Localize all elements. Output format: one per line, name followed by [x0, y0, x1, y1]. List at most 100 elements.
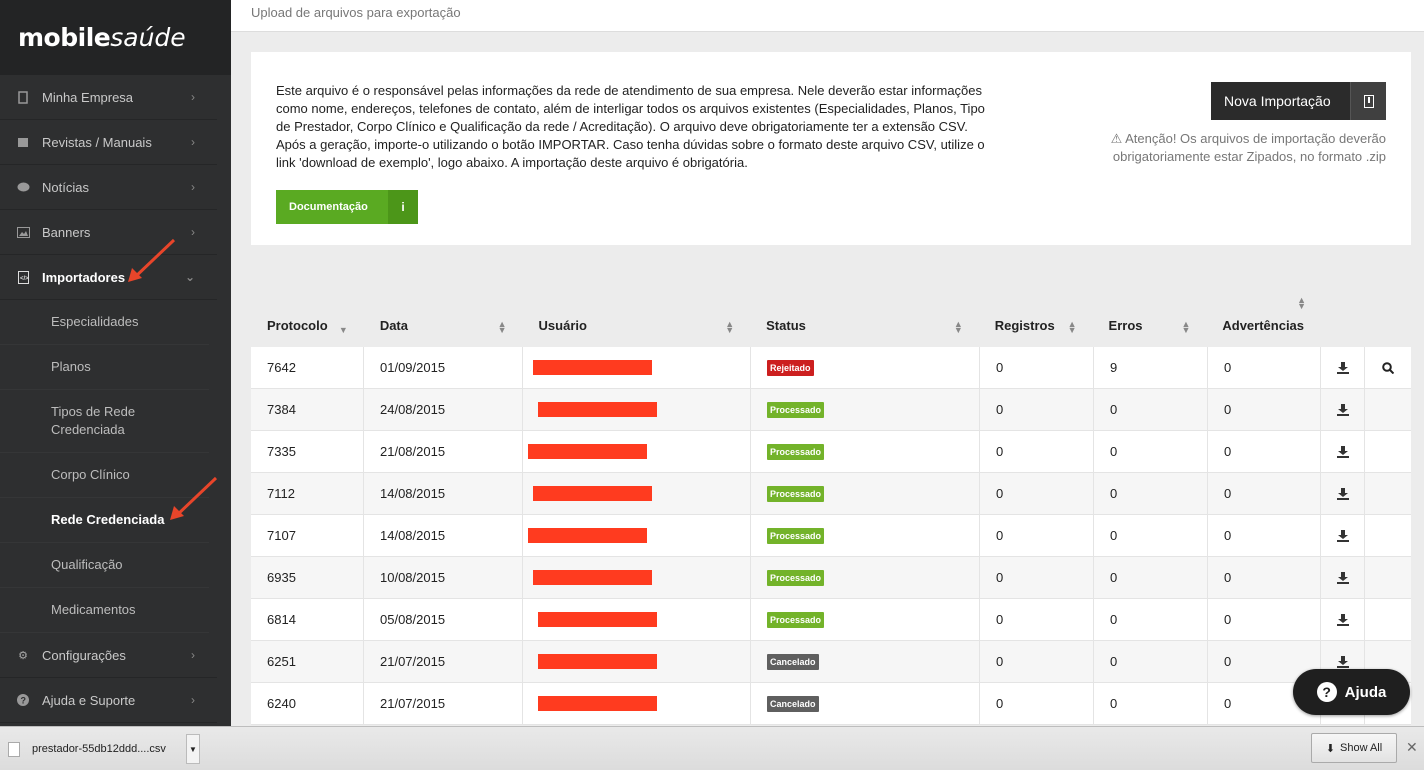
cell-status: Processado: [751, 599, 980, 640]
redaction-bar: [533, 486, 652, 501]
column-header-registros[interactable]: Registros ▲ ▼: [979, 297, 1093, 347]
file-code-icon: </>: [16, 270, 30, 284]
new-import-button[interactable]: Nova Importação: [1211, 82, 1386, 120]
sidebar-item-minha-empresa[interactable]: Minha Empresa ›: [0, 75, 217, 120]
column-header-advertencias[interactable]: Advertências ▲ ▼: [1206, 296, 1411, 347]
download-item[interactable]: prestador-55db12ddd....csv ▼: [2, 734, 200, 764]
cell-registros: 0: [980, 389, 1094, 430]
cell-status: Rejeitado: [751, 347, 980, 388]
cell-data: 14/08/2015: [364, 515, 523, 556]
sidebar-item-banners[interactable]: Banners ›: [0, 210, 217, 255]
cell-registros: 0: [980, 557, 1094, 598]
table-row: 6240 21/07/2015 Cancelado 0 0 0: [251, 683, 1411, 725]
status-badge: Rejeitado: [767, 359, 814, 376]
cell-registros: 0: [980, 641, 1094, 682]
cell-data: 10/08/2015: [364, 557, 523, 598]
redaction-bar: [528, 528, 647, 543]
column-label: Usuário: [538, 318, 587, 333]
download-icon[interactable]: [1336, 571, 1349, 584]
column-header-protocolo[interactable]: Protocolo ▼: [251, 297, 364, 347]
cell-download: [1321, 599, 1365, 640]
sidebar-item-configuracoes[interactable]: ⚙ Configurações ›: [0, 633, 217, 678]
cell-registros: 0: [980, 515, 1094, 556]
image-icon: [16, 225, 30, 239]
cell-protocolo: 7642: [251, 347, 364, 388]
sidebar-subitem-qualificacao[interactable]: Qualificação: [0, 543, 209, 588]
cell-status: Processado: [751, 473, 980, 514]
cell-usuario: [523, 347, 751, 388]
cell-protocolo: 6935: [251, 557, 364, 598]
show-all-button[interactable]: ⬇ Show All: [1311, 733, 1397, 763]
cell-advertencias: 0: [1208, 515, 1321, 556]
sidebar-item-label: Notícias: [42, 179, 89, 195]
cell-search: [1365, 431, 1411, 472]
new-import-button-label: Nova Importação: [1224, 93, 1331, 109]
download-icon[interactable]: [1336, 445, 1349, 458]
status-badge: Processado: [767, 401, 825, 418]
file-icon: [8, 741, 20, 757]
cell-erros: 0: [1094, 473, 1208, 514]
sidebar-item-noticias[interactable]: Notícias ›: [0, 165, 217, 210]
cell-erros: 0: [1094, 431, 1208, 472]
cell-search: [1365, 347, 1411, 388]
sidebar-item-ajuda-suporte[interactable]: ? Ajuda e Suporte ›: [0, 678, 217, 723]
column-header-status[interactable]: Status ▲ ▼: [750, 297, 979, 347]
imports-table: Protocolo ▼ Data ▲ ▼ Usuário ▲ ▼ Status ▲ ▼ Reg…: [251, 296, 1411, 725]
cell-protocolo: 6814: [251, 599, 364, 640]
cell-registros: 0: [980, 683, 1094, 724]
sidebar-item-label: Configurações: [42, 647, 126, 663]
download-arrow-icon: ⬇: [1325, 742, 1335, 755]
download-icon[interactable]: [1336, 403, 1349, 416]
cell-erros: 0: [1094, 515, 1208, 556]
column-header-data[interactable]: Data ▲ ▼: [364, 297, 523, 347]
sidebar-item-revistas[interactable]: Revistas / Manuais ›: [0, 120, 217, 165]
info-icon: i: [388, 190, 418, 224]
sidebar-subitem-planos[interactable]: Planos: [0, 345, 209, 390]
sidebar-item-label: Minha Empresa: [42, 89, 134, 105]
download-icon[interactable]: [1336, 487, 1349, 500]
column-label: Erros: [1108, 318, 1143, 333]
table-row: 7642 01/09/2015 Rejeitado 0 9 0: [251, 347, 1411, 389]
download-icon[interactable]: [1336, 613, 1349, 626]
help-button[interactable]: ? Ajuda: [1293, 669, 1410, 715]
close-icon[interactable]: ✕: [1406, 739, 1418, 756]
table-header: Protocolo ▼ Data ▲ ▼ Usuário ▲ ▼ Status ▲ ▼ Reg…: [251, 296, 1411, 347]
cell-protocolo: 7384: [251, 389, 364, 430]
warning-icon: ⚠: [1110, 131, 1123, 146]
column-label: Data: [379, 318, 408, 333]
sidebar-subitem-tipos-de-rede[interactable]: Tipos de Rede Credenciada: [0, 390, 209, 453]
chevron-down-icon[interactable]: ▼: [186, 734, 200, 764]
status-badge: Processado: [767, 443, 825, 460]
search-icon[interactable]: [1382, 361, 1394, 374]
cell-advertencias: 0: [1208, 347, 1321, 388]
sidebar-item-label: Ajuda e Suporte: [42, 692, 136, 708]
table-row: 6935 10/08/2015 Processado 0 0 0: [251, 557, 1411, 599]
warning-text: Atenção! Os arquivos de importação dever…: [1112, 131, 1386, 164]
sidebar-subitem-medicamentos[interactable]: Medicamentos: [0, 588, 209, 633]
info-description: Este arquivo é o responsável pelas infor…: [276, 83, 985, 170]
table-row: 6251 21/07/2015 Cancelado 0 0 0: [251, 641, 1411, 683]
sidebar-subitem-especialidades[interactable]: Especialidades: [0, 300, 209, 345]
cell-search: [1365, 557, 1411, 598]
column-label: Advertências: [1222, 318, 1305, 333]
download-icon[interactable]: [1336, 361, 1349, 374]
column-header-usuario[interactable]: Usuário ▲ ▼: [523, 297, 751, 347]
status-badge: Processado: [767, 569, 825, 586]
table-body: 7642 01/09/2015 Rejeitado 0 9 0 7384 24/08/2015…: [251, 347, 1411, 725]
documentation-button[interactable]: Documentação i: [276, 190, 418, 224]
download-icon[interactable]: [1336, 655, 1349, 668]
logo[interactable]: mobile saúde: [0, 0, 231, 75]
zip-warning: ⚠ Atenção! Os arquivos de importação dev…: [1086, 130, 1386, 166]
chevron-right-icon: ›: [191, 135, 195, 149]
column-header-erros[interactable]: Erros ▲ ▼: [1093, 297, 1207, 347]
download-icon[interactable]: [1336, 529, 1349, 542]
cell-usuario: [523, 473, 751, 514]
redaction-bar: [528, 444, 647, 459]
cell-advertencias: 0: [1208, 473, 1321, 514]
cell-registros: 0: [980, 431, 1094, 472]
sidebar-item-importadores[interactable]: </> Importadores ⌄: [0, 255, 217, 300]
download-bar: prestador-55db12ddd....csv ▼ ⬇ Show All …: [0, 726, 1424, 770]
cell-data: 21/08/2015: [364, 431, 523, 472]
cell-download: [1321, 347, 1365, 388]
cell-erros: 0: [1094, 557, 1208, 598]
